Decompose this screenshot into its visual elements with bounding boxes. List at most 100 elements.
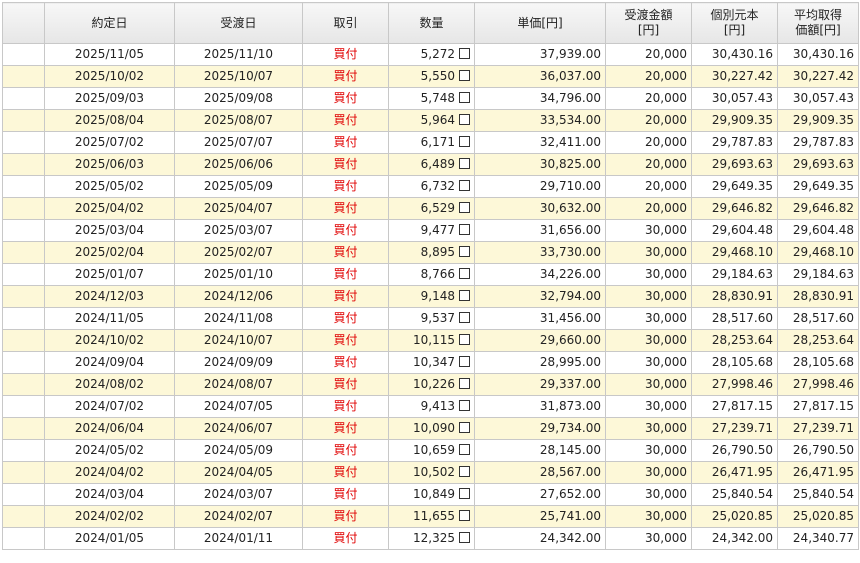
checkbox-icon[interactable] (459, 334, 470, 345)
transaction-type-cell: 買付 (302, 351, 389, 374)
row-blank-cell (2, 175, 45, 198)
checkbox-icon[interactable] (459, 180, 470, 191)
table-row: 2024/03/04 2024/03/07 買付 10,849 27,652.00 30,… (2, 483, 859, 506)
settlement-date-cell: 2025/02/07 (174, 241, 303, 264)
checkbox-icon[interactable] (459, 70, 470, 81)
transaction-type-value: 買付 (333, 399, 358, 413)
settlement-amount-cell: 30,000 (605, 483, 692, 506)
checkbox-icon[interactable] (459, 48, 470, 59)
checkbox-icon[interactable] (459, 202, 470, 213)
trade-date-cell: 2025/09/03 (44, 87, 175, 110)
individual-principal-cell: 26,471.95 (691, 461, 778, 484)
settlement-date-cell: 2025/04/07 (174, 197, 303, 220)
row-blank-cell (2, 219, 45, 242)
trade-date-value: 2024/02/02 (74, 509, 145, 523)
individual-principal-cell: 30,430.16 (691, 43, 778, 66)
transaction-type-value: 買付 (333, 267, 358, 281)
table-row: 2024/10/02 2024/10/07 買付 10,115 29,660.00 30,… (2, 329, 859, 352)
checkbox-icon[interactable] (459, 158, 470, 169)
header-settlement-date: 受渡日 (174, 2, 303, 44)
checkbox-icon[interactable] (459, 466, 470, 477)
checkbox-icon[interactable] (459, 312, 470, 323)
average-cost-value: 28,830.91 (792, 289, 854, 303)
quantity-value: 9,413 (420, 399, 455, 413)
unit-price-value: 27,652.00 (539, 487, 601, 501)
individual-principal-cell: 30,227.42 (691, 65, 778, 88)
checkbox-icon[interactable] (459, 246, 470, 257)
transaction-type-cell: 買付 (302, 483, 389, 506)
settlement-amount-value: 30,000 (645, 245, 687, 259)
individual-principal-value: 29,184.63 (711, 267, 773, 281)
checkbox-icon[interactable] (459, 290, 470, 301)
unit-price-value: 29,734.00 (539, 421, 601, 435)
trade-date-cell: 2024/04/02 (44, 461, 175, 484)
settlement-date-cell: 2024/03/07 (174, 483, 303, 506)
checkbox-icon[interactable] (459, 444, 470, 455)
checkbox-icon[interactable] (459, 378, 470, 389)
checkbox-icon[interactable] (459, 532, 470, 543)
checkbox-icon[interactable] (459, 488, 470, 499)
individual-principal-cell: 29,184.63 (691, 263, 778, 286)
settlement-amount-cell: 30,000 (605, 351, 692, 374)
transaction-type-cell: 買付 (302, 395, 389, 418)
average-cost-cell: 29,649.35 (777, 175, 859, 198)
settlement-date-value: 2024/06/07 (203, 421, 274, 435)
average-cost-value: 27,998.46 (792, 377, 854, 391)
table-row: 2024/06/04 2024/06/07 買付 10,090 29,734.00 30,… (2, 417, 859, 440)
checkbox-icon[interactable] (459, 422, 470, 433)
individual-principal-cell: 29,646.82 (691, 197, 778, 220)
settlement-date-cell: 2025/01/10 (174, 263, 303, 286)
checkbox-icon[interactable] (459, 224, 470, 235)
checkbox-icon[interactable] (459, 510, 470, 521)
average-cost-cell: 27,239.71 (777, 417, 859, 440)
individual-principal-value: 30,227.42 (711, 69, 773, 83)
row-blank-cell (2, 461, 45, 484)
settlement-amount-cell: 20,000 (605, 153, 692, 176)
table-row: 2024/04/02 2024/04/05 買付 10,502 28,567.00 30,… (2, 461, 859, 484)
checkbox-icon[interactable] (459, 268, 470, 279)
quantity-value: 8,766 (420, 267, 455, 281)
quantity-value: 11,655 (413, 509, 455, 523)
unit-price-value: 28,995.00 (539, 355, 601, 369)
transaction-type-value: 買付 (333, 201, 358, 215)
unit-price-cell: 31,656.00 (474, 219, 606, 242)
table-body: 2025/11/05 2025/11/10 買付 5,272 37,939.00 20,0… (2, 43, 859, 550)
trade-date-value: 2025/01/07 (74, 267, 145, 281)
transaction-type-value: 買付 (333, 531, 358, 545)
quantity-cell: 6,489 (388, 153, 475, 176)
header-average-cost-line2: 価額[円] (795, 23, 841, 37)
checkbox-icon[interactable] (459, 136, 470, 147)
individual-principal-cell: 29,604.48 (691, 219, 778, 242)
checkbox-icon[interactable] (459, 114, 470, 125)
settlement-amount-value: 30,000 (645, 333, 687, 347)
quantity-value: 9,148 (420, 289, 455, 303)
settlement-amount-value: 30,000 (645, 223, 687, 237)
checkbox-icon[interactable] (459, 92, 470, 103)
quantity-value: 6,529 (420, 201, 455, 215)
transaction-type-cell: 買付 (302, 65, 389, 88)
row-blank-cell (2, 483, 45, 506)
settlement-date-cell: 2025/11/10 (174, 43, 303, 66)
individual-principal-cell: 25,020.85 (691, 505, 778, 528)
unit-price-cell: 29,660.00 (474, 329, 606, 352)
individual-principal-value: 29,909.35 (711, 113, 773, 127)
average-cost-value: 26,790.50 (792, 443, 854, 457)
individual-principal-value: 28,105.68 (711, 355, 773, 369)
table-row: 2024/02/02 2024/02/07 買付 11,655 25,741.00 30,… (2, 505, 859, 528)
settlement-amount-value: 30,000 (645, 531, 687, 545)
average-cost-cell: 24,340.77 (777, 527, 859, 550)
settlement-amount-cell: 20,000 (605, 87, 692, 110)
transaction-type-cell: 買付 (302, 329, 389, 352)
individual-principal-value: 29,787.83 (711, 135, 773, 149)
header-quantity: 数量 (388, 2, 475, 44)
trade-date-value: 2024/10/02 (74, 333, 145, 347)
checkbox-icon[interactable] (459, 400, 470, 411)
trade-date-cell: 2025/04/02 (44, 197, 175, 220)
settlement-amount-cell: 30,000 (605, 439, 692, 462)
trade-date-cell: 2025/03/04 (44, 219, 175, 242)
settlement-date-value: 2024/09/09 (203, 355, 274, 369)
unit-price-cell: 31,456.00 (474, 307, 606, 330)
settlement-date-value: 2025/09/08 (203, 91, 274, 105)
trade-date-value: 2024/03/04 (74, 487, 145, 501)
checkbox-icon[interactable] (459, 356, 470, 367)
